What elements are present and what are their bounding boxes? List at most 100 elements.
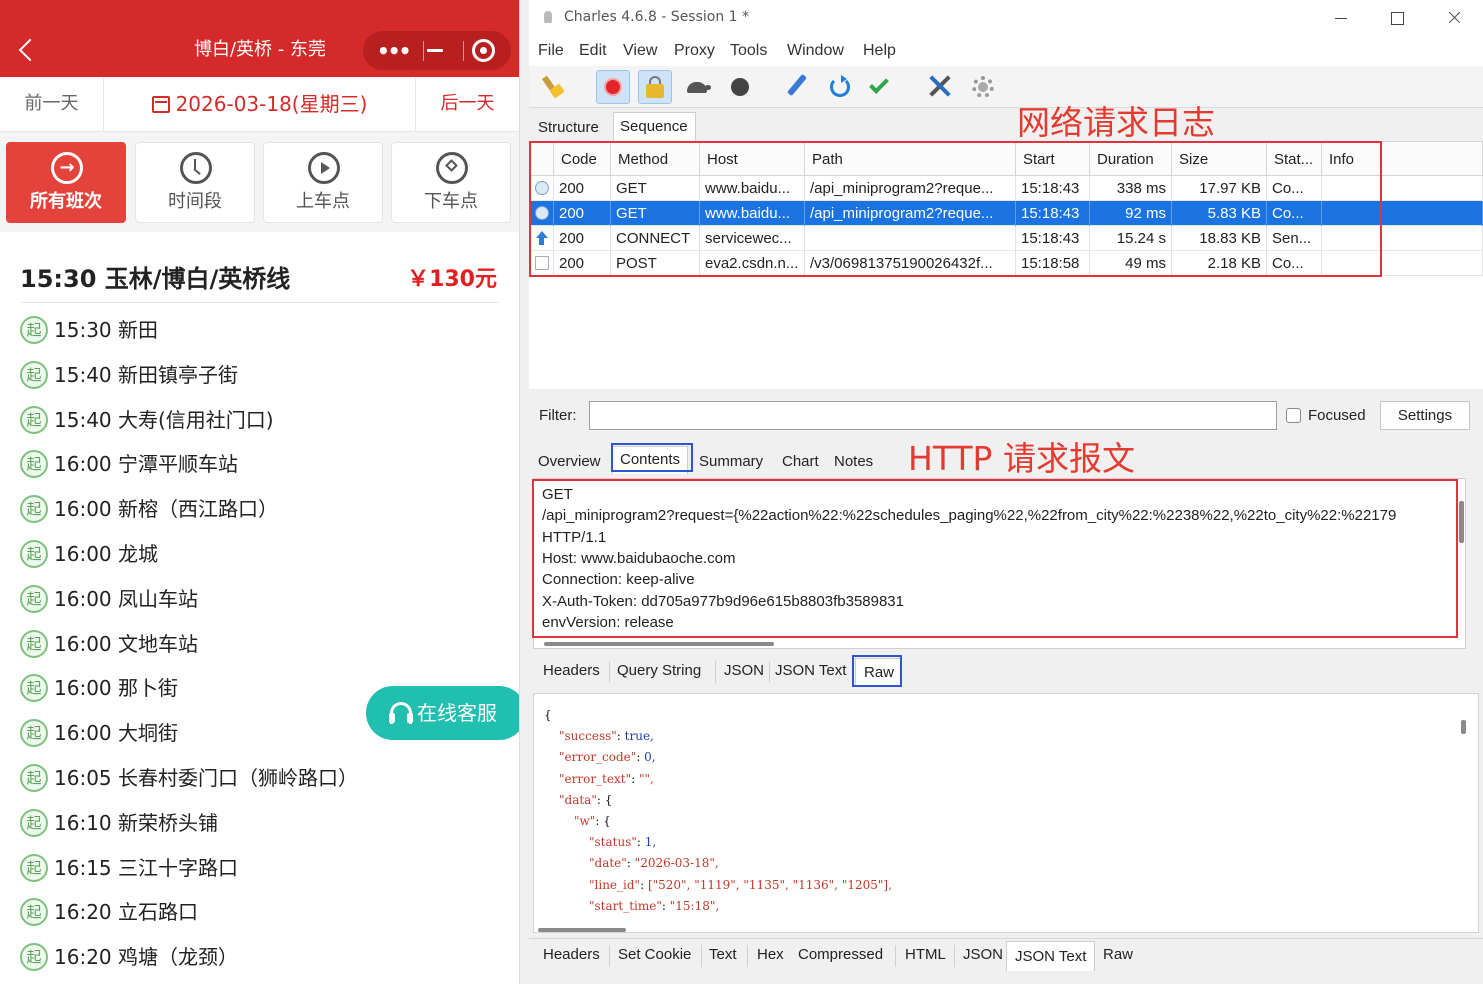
filter-input[interactable] xyxy=(589,401,1277,430)
json-key: "w" xyxy=(574,814,596,828)
stop-item[interactable]: 起 15:40 大寿(信用社门口) xyxy=(18,398,498,443)
menu-proxy[interactable]: Proxy xyxy=(674,42,715,60)
json-line: "date": "2026-03-18", xyxy=(589,856,719,870)
json-key: "success" xyxy=(559,729,617,744)
tab-resp-headers[interactable]: Headers xyxy=(543,946,600,963)
stop-item[interactable]: 起 16:00 凤山车站 xyxy=(18,577,498,622)
minimize-window-icon[interactable] xyxy=(1318,4,1364,32)
tab-separator xyxy=(609,661,610,683)
json-line: "status": 1, xyxy=(589,835,656,849)
stop-item[interactable]: 起 16:00 龙城 xyxy=(18,532,498,577)
horizontal-scrollbar[interactable] xyxy=(538,928,626,932)
stop-item[interactable]: 起 15:40 新田镇亭子街 xyxy=(18,353,498,398)
settings-button[interactable]: Settings xyxy=(1380,401,1470,430)
check-icon[interactable] xyxy=(865,70,899,104)
maximize-window-icon[interactable] xyxy=(1374,4,1420,32)
json-value: { xyxy=(544,708,552,722)
prev-day-button[interactable]: 前一天 xyxy=(0,77,104,131)
broom-icon[interactable] xyxy=(537,70,571,104)
menu-file[interactable]: File xyxy=(538,42,564,60)
vertical-scrollbar[interactable] xyxy=(1459,501,1464,543)
back-arrow-icon[interactable] xyxy=(14,36,40,64)
tab-overview[interactable]: Overview xyxy=(538,453,601,470)
tab-text[interactable]: Text xyxy=(709,946,737,963)
json-key: "line_id" xyxy=(589,877,641,892)
tab-hex[interactable]: Hex xyxy=(757,946,784,963)
stop-item[interactable]: 起 16:00 新榕（西江路口） xyxy=(18,487,498,532)
tab-notes[interactable]: Notes xyxy=(834,453,873,470)
tab-structure[interactable]: Structure xyxy=(538,119,599,136)
stop-item[interactable]: 起 16:00 宁潭平顺车站 xyxy=(18,442,498,487)
menu-edit[interactable]: Edit xyxy=(579,42,607,60)
stop-item[interactable]: 起 16:10 新荣桥头铺 xyxy=(18,801,498,846)
stop-item[interactable]: 起 16:15 三江十字路口 xyxy=(18,846,498,891)
filter-alighting-point[interactable]: 下车点 xyxy=(391,142,511,223)
menu-view[interactable]: View xyxy=(623,42,657,60)
tab-set-cookie[interactable]: Set Cookie xyxy=(618,946,691,963)
tab-separator xyxy=(954,945,955,967)
tab-resp-raw[interactable]: Raw xyxy=(1103,946,1133,963)
origin-badge-icon: 起 xyxy=(20,898,48,927)
menu-window[interactable]: Window xyxy=(787,42,844,60)
refresh-icon[interactable] xyxy=(823,70,857,104)
filter-time-period[interactable]: 时间段 xyxy=(135,142,255,223)
route-header[interactable]: 15:30 玉林/博白/英桥线 ￥130元 xyxy=(0,245,519,305)
tools-icon[interactable] xyxy=(923,70,957,104)
response-json-content[interactable]: {"success": true, "error_code": 0, "error_… xyxy=(533,693,1479,933)
stop-item[interactable]: 起 16:20 立石路口 xyxy=(18,890,498,935)
json-value: 0, xyxy=(644,750,656,765)
horizontal-scrollbar[interactable] xyxy=(544,642,774,646)
response-view-tabs: Headers Set Cookie Text Hex Compressed H… xyxy=(529,938,1483,972)
stop-item[interactable]: 起 16:05 长春村委门口（狮岭路口） xyxy=(18,756,498,801)
tab-req-headers[interactable]: Headers xyxy=(543,662,600,679)
arrow-circle-icon: → xyxy=(51,152,83,184)
tab-resp-json[interactable]: JSON xyxy=(963,946,1003,963)
pen-icon[interactable] xyxy=(780,70,814,104)
capsule-divider xyxy=(423,41,424,61)
stop-item[interactable]: 起 16:20 鸡塘（龙颈） xyxy=(18,935,498,975)
stop-item[interactable]: 起 16:00 文地车站 xyxy=(18,622,498,667)
focused-label: Focused xyxy=(1308,407,1366,424)
online-service-button[interactable]: 在线客服 xyxy=(366,686,519,740)
close-window-icon[interactable] xyxy=(1431,4,1477,32)
turtle-icon[interactable] xyxy=(681,70,715,104)
filter-all-schedules[interactable]: → 所有班次 xyxy=(6,142,126,223)
filter-label: 上车点 xyxy=(296,191,350,212)
next-day-button[interactable]: 后一天 xyxy=(415,77,519,131)
filter-boarding-point[interactable]: 上车点 xyxy=(263,142,383,223)
json-key: "data" xyxy=(559,792,597,807)
lock-icon[interactable] xyxy=(638,70,672,104)
menu-tools[interactable]: Tools xyxy=(730,42,767,60)
tab-chart[interactable]: Chart xyxy=(782,453,819,470)
gear-icon[interactable] xyxy=(966,70,1000,104)
tab-compressed[interactable]: Compressed xyxy=(798,946,883,963)
window-title: Charles 4.6.8 - Session 1 * xyxy=(564,9,750,25)
more-dots-icon[interactable]: ••• xyxy=(377,41,411,61)
record-icon[interactable] xyxy=(596,70,630,104)
origin-badge-icon: 起 xyxy=(20,943,48,972)
stop-icon[interactable] xyxy=(723,70,757,104)
tab-html[interactable]: HTML xyxy=(905,946,946,963)
highlight-contents-tab xyxy=(611,443,693,472)
date-picker[interactable]: 2026-03-18(星期三) xyxy=(104,77,415,131)
menu-bar: File Edit View Proxy Tools Window Help xyxy=(529,36,1483,66)
stop-item[interactable]: 起 15:30 新田 xyxy=(18,308,498,353)
close-target-icon[interactable] xyxy=(472,39,495,62)
json-colon: : xyxy=(631,771,639,786)
tab-resp-json-text[interactable]: JSON Text xyxy=(1006,941,1096,971)
tab-req-json-text[interactable]: JSON Text xyxy=(775,662,846,679)
stop-text: 15:30 新田 xyxy=(54,318,158,342)
focused-checkbox[interactable] xyxy=(1286,408,1301,423)
menu-help[interactable]: Help xyxy=(863,42,896,60)
vertical-scrollbar[interactable] xyxy=(1461,720,1466,734)
tab-req-json[interactable]: JSON xyxy=(724,662,764,679)
window-titlebar: Charles 4.6.8 - Session 1 * xyxy=(529,0,1483,36)
stop-text: 16:00 那卜街 xyxy=(54,676,178,701)
tab-summary[interactable]: Summary xyxy=(699,453,763,470)
tab-sequence[interactable]: Sequence xyxy=(613,112,696,141)
panel-splitter[interactable] xyxy=(519,0,529,984)
json-line: "success": true, xyxy=(559,729,654,743)
tab-query-string[interactable]: Query String xyxy=(617,662,701,679)
minimize-icon[interactable] xyxy=(427,49,443,52)
json-colon: : xyxy=(661,898,670,913)
